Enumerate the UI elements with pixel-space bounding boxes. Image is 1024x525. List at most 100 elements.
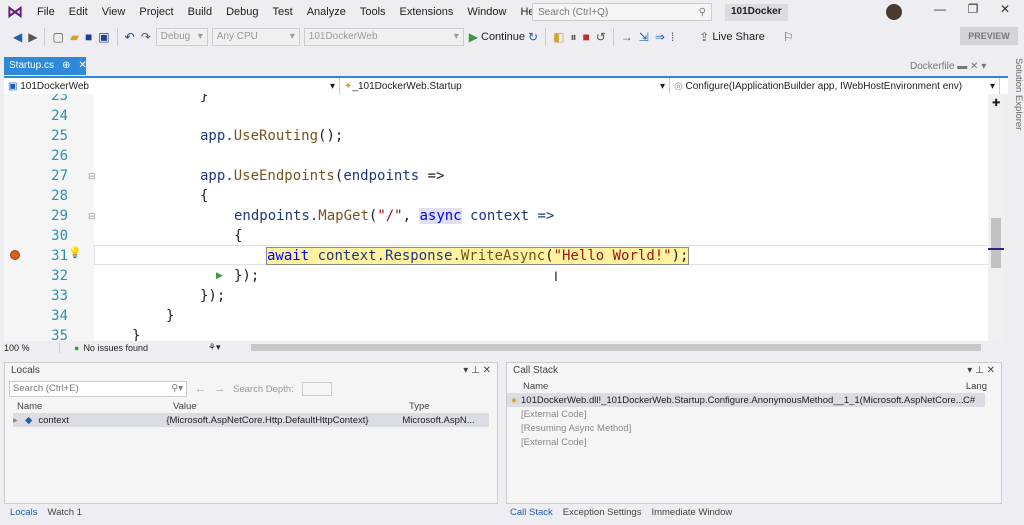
undo-icon[interactable]: ↶ bbox=[125, 30, 135, 44]
tab-dockerfile[interactable]: Dockerfile ▬ ✕ ▾ bbox=[910, 61, 986, 72]
config-select[interactable]: Debug ▾ bbox=[155, 28, 208, 46]
locals-search-input[interactable]: Search (Ctrl+E) ⚲▾ bbox=[9, 381, 187, 397]
table-row[interactable]: [External Code] bbox=[507, 435, 1001, 449]
run-to-click-icon[interactable]: ▶ bbox=[216, 270, 223, 281]
tab-startup-cs[interactable]: Startup.cs ⊕ ✕ bbox=[4, 57, 87, 75]
back-icon[interactable]: ◀ bbox=[13, 30, 22, 44]
menu-test[interactable]: Test bbox=[266, 6, 300, 18]
search-input[interactable]: Search (Ctrl+Q) ⚲ bbox=[532, 3, 712, 21]
close-icon[interactable]: ✕ bbox=[483, 365, 491, 376]
step-over-icon[interactable]: ⇒ bbox=[655, 30, 665, 44]
chevron-down-icon[interactable]: ▾ bbox=[967, 365, 972, 376]
code-editor[interactable]: 23 24 25 26 27 28 29 30 31 32 33 34 35 💡… bbox=[4, 94, 1004, 341]
diagnostics-icon[interactable]: ◧ bbox=[553, 30, 564, 44]
column-header[interactable]: Name bbox=[523, 381, 548, 392]
save-all-icon[interactable]: ▣ bbox=[98, 30, 109, 44]
menu-view[interactable]: View bbox=[95, 6, 133, 18]
horizontal-scrollbar[interactable] bbox=[250, 344, 981, 351]
code-token: context.Response. bbox=[309, 248, 461, 264]
tab-locals[interactable]: Locals bbox=[10, 507, 37, 518]
live-share-button[interactable]: Live Share bbox=[712, 31, 765, 43]
stop-icon[interactable]: ■ bbox=[582, 30, 589, 44]
column-header[interactable]: Value bbox=[173, 401, 409, 412]
show-next-statement-icon[interactable]: → bbox=[621, 30, 633, 44]
column-header[interactable]: Name bbox=[17, 401, 173, 412]
avatar[interactable] bbox=[886, 4, 902, 20]
menu-window[interactable]: Window bbox=[460, 6, 513, 18]
table-row[interactable]: [Resuming Async Method] bbox=[507, 421, 1001, 435]
type-dropdown[interactable]: ✦_101DockerWeb.Startup ▾ bbox=[340, 78, 670, 94]
pin-icon[interactable]: ⊥ bbox=[471, 365, 480, 376]
feedback-icon[interactable]: ⚐ bbox=[783, 30, 794, 44]
menu-edit[interactable]: Edit bbox=[62, 6, 95, 18]
issues-status[interactable]: No issues found bbox=[83, 343, 148, 353]
restart-icon[interactable]: ↺ bbox=[596, 30, 606, 44]
menu-build[interactable]: Build bbox=[181, 6, 219, 18]
forward-icon[interactable]: ▶ bbox=[28, 30, 37, 44]
pin-icon[interactable]: ▬ bbox=[957, 61, 967, 72]
line-number: 27 bbox=[51, 168, 68, 184]
pin-icon[interactable]: ⊕ bbox=[62, 60, 70, 72]
tab-exception-settings[interactable]: Exception Settings bbox=[563, 507, 642, 518]
menu-tools[interactable]: Tools bbox=[353, 6, 393, 18]
line-number: 28 bbox=[51, 188, 68, 204]
minimize-button[interactable]: — bbox=[925, 2, 955, 22]
member-dropdown[interactable]: ◎ Configure(IApplicationBuilder app, IWe… bbox=[670, 78, 1000, 94]
scrollbar-thumb[interactable] bbox=[991, 218, 1001, 268]
tab-watch-1[interactable]: Watch 1 bbox=[47, 507, 82, 518]
table-row[interactable]: ▸ ◆ context {Microsoft.AspNetCore.Http.D… bbox=[13, 413, 489, 427]
member-value: Configure(IApplicationBuilder app, IWebH… bbox=[685, 80, 963, 92]
tab-call-stack[interactable]: Call Stack bbox=[510, 507, 553, 518]
menu-file[interactable]: File bbox=[30, 6, 62, 18]
close-tab-icon[interactable]: ✕ bbox=[970, 61, 978, 72]
chevron-down-icon[interactable]: ▾ bbox=[981, 61, 986, 72]
column-header[interactable]: Type bbox=[409, 401, 430, 412]
continue-button[interactable]: Continue bbox=[481, 31, 525, 43]
menu-debug[interactable]: Debug bbox=[219, 6, 265, 18]
panel-title: Call Stack bbox=[513, 365, 559, 376]
table-row[interactable]: [External Code] bbox=[507, 407, 1001, 421]
platform-select[interactable]: Any CPU ▾ bbox=[211, 28, 300, 46]
close-tab-icon[interactable]: ✕ bbox=[78, 60, 86, 72]
solution-explorer-tab[interactable]: Solution Explorer bbox=[1009, 58, 1024, 258]
breakpoint-current-icon[interactable] bbox=[10, 250, 20, 260]
forward-arrow-icon[interactable]: → bbox=[214, 383, 225, 395]
refresh-icon[interactable]: ↻ bbox=[528, 30, 538, 44]
expand-icon[interactable]: ▸ bbox=[13, 415, 25, 426]
search-depth-select[interactable] bbox=[301, 382, 332, 396]
menu-analyze[interactable]: Analyze bbox=[300, 6, 353, 18]
lightbulb-icon[interactable]: 💡 bbox=[68, 246, 82, 259]
redo-icon[interactable]: ↷ bbox=[141, 30, 151, 44]
vertical-scrollbar[interactable]: ✚ bbox=[988, 94, 1004, 341]
menu-extensions[interactable]: Extensions bbox=[393, 6, 461, 18]
back-arrow-icon[interactable]: ← bbox=[195, 383, 206, 395]
pin-icon[interactable]: ⊥ bbox=[975, 365, 984, 376]
chevron-down-icon[interactable]: ▾ bbox=[463, 365, 468, 376]
frame-name: [Resuming Async Method] bbox=[521, 422, 632, 434]
split-icon[interactable]: ✚ bbox=[992, 98, 1000, 109]
startup-project-select[interactable]: 101DockerWeb ▾ bbox=[303, 28, 464, 46]
collapse-icon[interactable]: ⊟ bbox=[88, 211, 96, 222]
pause-icon[interactable]: ⏸ bbox=[570, 30, 576, 45]
column-header[interactable]: Lang bbox=[966, 381, 987, 392]
zoom-select[interactable]: 100 % bbox=[4, 342, 60, 353]
code-cleanup-icon[interactable]: ⚘▾ bbox=[208, 342, 221, 353]
step-into-icon[interactable]: ⇲ bbox=[639, 30, 649, 44]
collapse-icon[interactable]: ⊟ bbox=[88, 171, 96, 182]
frame-name: [External Code] bbox=[521, 408, 587, 420]
close-button[interactable]: ✕ bbox=[990, 2, 1020, 22]
code-token: endpoints. bbox=[234, 208, 319, 224]
new-item-icon[interactable]: ▢ bbox=[52, 30, 63, 44]
frame-name: [External Code] bbox=[521, 436, 587, 448]
tab-immediate-window[interactable]: Immediate Window bbox=[651, 507, 732, 518]
preview-button[interactable]: PREVIEW bbox=[960, 27, 1018, 45]
play-icon[interactable]: ▶ bbox=[469, 30, 478, 44]
open-folder-icon[interactable]: ▰ bbox=[70, 30, 79, 44]
restore-button[interactable]: ❐ bbox=[958, 2, 988, 22]
save-icon[interactable]: ■ bbox=[85, 30, 92, 44]
table-row[interactable]: ● 101DockerWeb.dll!_101DockerWeb.Startup… bbox=[507, 393, 985, 407]
close-icon[interactable]: ✕ bbox=[987, 365, 995, 376]
project-dropdown[interactable]: ▣ 101DockerWeb ▾ bbox=[4, 78, 340, 94]
menu-project[interactable]: Project bbox=[132, 6, 180, 18]
step-out-icon[interactable]: ⁞ bbox=[671, 30, 674, 44]
